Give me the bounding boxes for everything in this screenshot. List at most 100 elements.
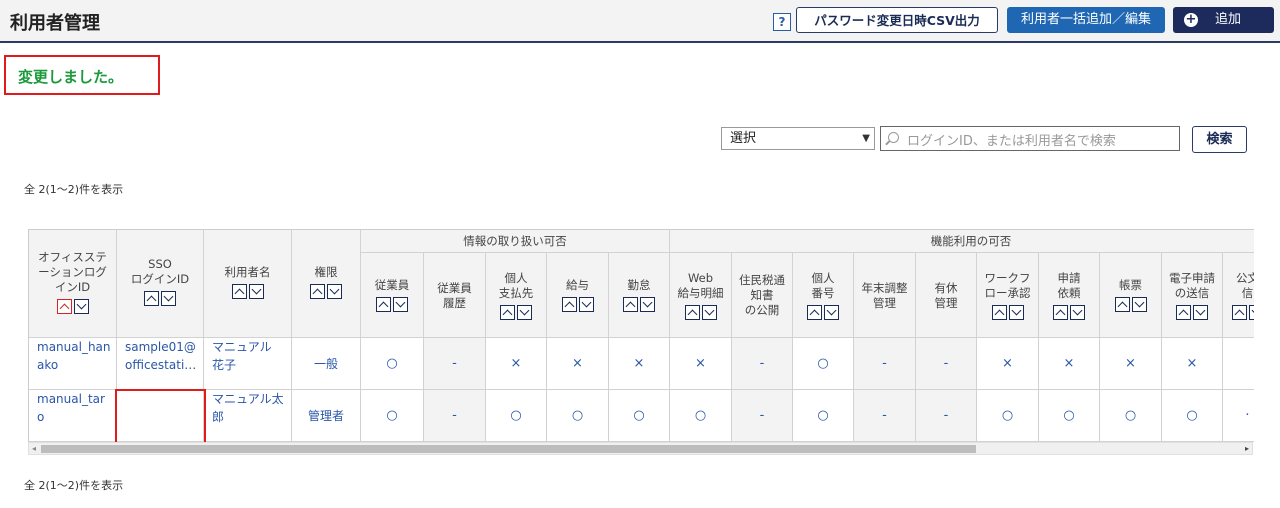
column-header: 公文信 [1223, 253, 1254, 338]
column-header-label: 電子申請 [1169, 271, 1215, 285]
sort-buttons [373, 297, 411, 312]
search-input[interactable]: ログインID、または利用者名で検索 [880, 126, 1180, 151]
bulk-add-edit-button[interactable]: 利用者一括追加／編集 [1007, 7, 1165, 33]
column-header: 個人 支払先 [486, 253, 547, 338]
role-cell: 一般 [292, 338, 361, 390]
sort-ascending-icon[interactable] [1114, 297, 1130, 312]
permission-cell: ○ [977, 390, 1039, 442]
sort-ascending-icon[interactable] [231, 284, 247, 299]
horizontal-scrollbar[interactable]: ◂ ▸ [28, 442, 1253, 455]
column-header-label: 帳票 [1119, 278, 1142, 292]
sort-ascending-icon[interactable] [684, 305, 700, 320]
scroll-right-icon[interactable]: ▸ [1245, 443, 1249, 454]
sort-descending-icon[interactable] [393, 297, 408, 312]
permission-cell: ○ [1039, 390, 1100, 442]
sort-ascending-icon[interactable] [561, 297, 577, 312]
sort-ascending-icon[interactable] [1053, 305, 1068, 320]
column-header-label: 支払先 [498, 286, 534, 300]
sort-descending-icon[interactable] [578, 297, 594, 312]
column-header: 有休 管理 [916, 253, 977, 338]
column-header-label: 依頼 [1057, 286, 1081, 300]
column-header: 申請 依頼 [1039, 253, 1100, 338]
login-id-link[interactable]: manual_han ako [29, 338, 117, 390]
search-button[interactable]: 検索 [1192, 126, 1247, 153]
search-placeholder: ログインID、または利用者名で検索 [907, 134, 1116, 149]
role-cell: 管理者 [292, 390, 361, 442]
sort-descending-icon[interactable] [327, 284, 342, 299]
column-header: 従業員 履歴 [424, 253, 486, 338]
login-id-link[interactable]: manual_tar o [29, 390, 117, 442]
column-header-label: ワークフ [984, 271, 1031, 285]
sort-ascending-icon[interactable] [1176, 305, 1191, 320]
user-name-text: マニュアル太 [212, 392, 284, 406]
permission-cell: - [424, 390, 486, 442]
column-header-label: ーションログ [38, 265, 107, 279]
sort-descending-icon[interactable] [1131, 297, 1147, 312]
user-name-text: 花子 [212, 358, 237, 372]
sort-descending-icon[interactable] [517, 305, 532, 320]
permission-cell: × [1039, 338, 1100, 390]
sort-buttons [620, 297, 658, 312]
sort-ascending-icon[interactable] [623, 297, 638, 312]
permission-cell [1223, 338, 1254, 390]
sort-descending-icon[interactable] [1193, 305, 1208, 320]
column-header: SSO ログインID [117, 230, 204, 338]
permission-cell: · [1223, 390, 1254, 442]
sort-buttons [229, 284, 267, 299]
sort-descending-icon[interactable] [824, 305, 839, 320]
scrollbar-thumb[interactable] [41, 445, 976, 453]
column-header-label: ログインID [130, 272, 190, 286]
permission-cell: ○ [486, 390, 547, 442]
sort-ascending-icon[interactable] [991, 305, 1007, 320]
user-name-link[interactable]: マニュアル太郎 [204, 390, 292, 442]
sort-buttons [497, 305, 535, 320]
column-header-label: 番号 [811, 286, 835, 300]
filter-select[interactable]: 選択 ▼ [721, 127, 875, 150]
permission-cell: ○ [361, 338, 424, 390]
user-name-text: 郎 [212, 410, 225, 424]
column-header-label: インID [54, 280, 91, 294]
permission-cell: - [854, 390, 916, 442]
sso-login-id: sample01@ officestati… [117, 338, 204, 390]
sort-ascending-icon[interactable] [1231, 305, 1247, 320]
permission-cell: ○ [547, 390, 609, 442]
sort-descending-icon[interactable] [1248, 305, 1254, 320]
column-header-label: 履歴 [443, 296, 466, 310]
column-header: 勤怠 [609, 253, 670, 338]
sort-ascending-icon[interactable] [807, 305, 822, 320]
sort-descending-icon[interactable] [1008, 305, 1024, 320]
sort-descending-icon[interactable] [701, 305, 717, 320]
column-header: Web 給与明細 [670, 253, 732, 338]
header-bar: 利用者管理 ? パスワード変更日時CSV出力 利用者一括追加／編集 + 追加 [0, 0, 1280, 43]
column-header: 帳票 [1100, 253, 1162, 338]
permission-cell: × [1100, 338, 1162, 390]
sort-ascending-icon[interactable] [500, 305, 515, 320]
sort-ascending-icon[interactable] [310, 284, 325, 299]
column-header-label: 管理 [873, 296, 896, 310]
sort-descending-icon[interactable] [640, 297, 655, 312]
sort-ascending-icon[interactable] [376, 297, 391, 312]
column-header-label: 個人 [811, 271, 835, 285]
sort-descending-icon[interactable] [248, 284, 264, 299]
help-icon[interactable]: ? [773, 13, 791, 31]
highlight-box [115, 389, 206, 444]
password-csv-export-button[interactable]: パスワード変更日時CSV出力 [796, 7, 998, 33]
scroll-left-icon[interactable]: ◂ [32, 443, 36, 454]
add-user-button[interactable]: + 追加 [1173, 7, 1274, 33]
success-message: 変更しました。 [18, 68, 124, 86]
sort-ascending-icon[interactable] [56, 299, 72, 314]
sort-descending-icon[interactable] [1070, 305, 1085, 320]
sort-descending-icon[interactable] [73, 299, 89, 314]
column-header-label: の公開 [744, 303, 780, 317]
sort-descending-icon[interactable] [161, 291, 176, 306]
column-header-label: の送信 [1174, 286, 1210, 300]
permission-cell: - [424, 338, 486, 390]
user-name-link[interactable]: マニュアル 花子 [204, 338, 292, 390]
permission-cell: × [1162, 338, 1223, 390]
column-header-label: 勤怠 [627, 278, 651, 292]
column-header-label: 有休 [934, 281, 958, 295]
column-header-label: 知書 [750, 288, 774, 302]
column-header-label: 権限 [314, 265, 338, 279]
sort-ascending-icon[interactable] [144, 291, 159, 306]
column-header-label: 公文 [1236, 271, 1254, 285]
